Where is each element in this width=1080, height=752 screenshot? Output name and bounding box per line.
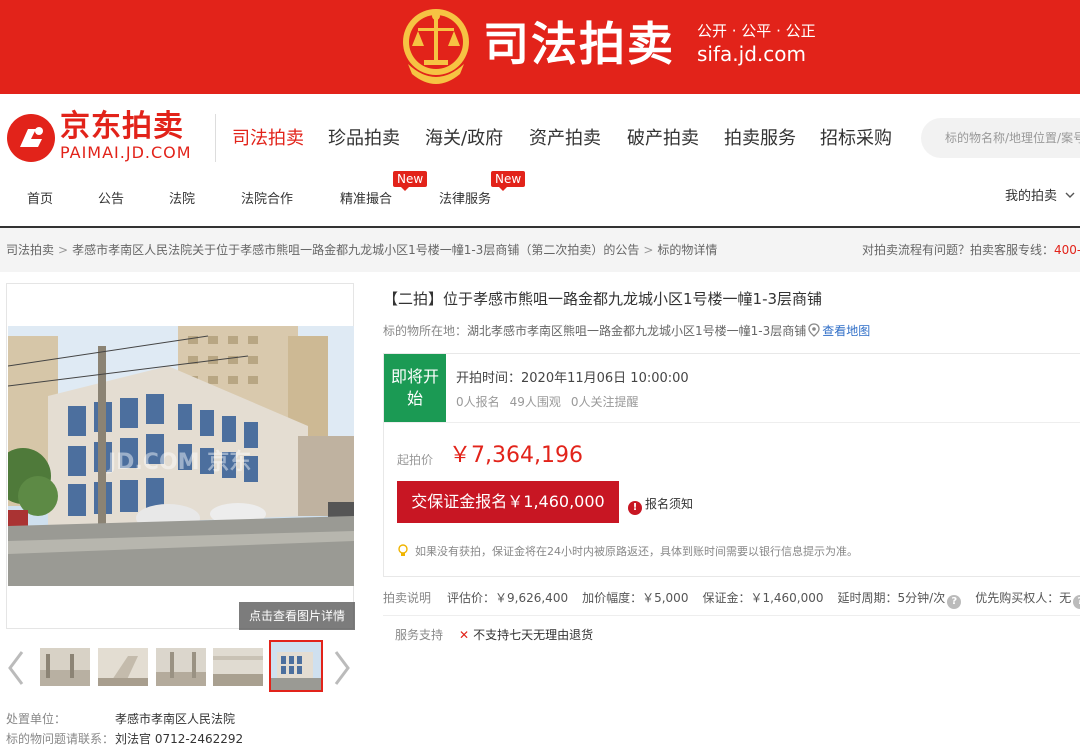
exclamation-icon: ! (628, 501, 642, 515)
jd-auction-logo-icon[interactable] (6, 113, 56, 163)
nav-treasure-auction[interactable]: 珍品拍卖 (328, 128, 400, 150)
delay-period-text: 延时周期：5分钟/次 (837, 591, 946, 605)
view-map-link[interactable]: 查看地图 (822, 324, 870, 338)
registration-notice-label: 报名须知 (645, 497, 694, 511)
disposer-value: 孝感市孝南区人民法院 (115, 712, 236, 726)
map-pin-icon (808, 323, 820, 337)
info-divider (383, 615, 1080, 616)
delay-period: 延时周期：5分钟/次? (837, 591, 962, 609)
start-price-label: 起拍价 (397, 453, 434, 467)
view-photo-detail-button[interactable]: 点击查看图片详情 (239, 602, 355, 630)
subnav-home[interactable]: 首页 (27, 191, 53, 209)
registration-notice-link[interactable]: ! 报名须知 (628, 496, 693, 515)
breadcrumb-item-announcement[interactable]: 孝感市孝南区人民法院关于位于孝感市熊咀一路金都九龙城小区1号楼一幢1-3层商铺（… (72, 243, 639, 257)
logo-text-cn[interactable]: 京东拍卖 (60, 110, 184, 144)
deposit-amount: 保证金：￥1,460,000 (702, 591, 824, 605)
image-watermark: JD.COM 京东 (108, 450, 252, 475)
follower-count: 0人关注提醒 (570, 395, 639, 409)
viewer-count: 49人围观 (509, 395, 561, 409)
thumbnail-5[interactable] (269, 640, 323, 692)
new-badge: New (393, 171, 428, 191)
subnav-legal-service[interactable]: 法律服务 (439, 191, 491, 209)
auction-counts: 0人报名 49人围观 0人关注提醒 (456, 394, 649, 410)
breadcrumb: 司法拍卖 > 孝感市孝南区人民法院关于位于孝感市熊咀一路金都九龙城小区1号楼一幢1-… (6, 242, 717, 258)
service-hotline: 对拍卖流程有问题？拍卖客服专线：400-6 (862, 242, 1080, 258)
banner-slogan: 公开 · 公平 · 公正 (697, 22, 816, 40)
tip-text: 如果没有获拍，保证金将在24小时内被原路返还，具体到账时间需要以银行信息提示为准… (415, 545, 858, 558)
bid-increment: 加价幅度：￥5,000 (582, 591, 689, 605)
deposit-refund-tip: 如果没有获拍，保证金将在24小时内被原路返还，具体到账时间需要以银行信息提示为准… (397, 544, 858, 560)
top-banner: 司法拍卖 公开 · 公平 · 公正 sifa.jd.com (0, 0, 1080, 94)
assessed-price: 评估价：￥9,626,400 (447, 591, 569, 605)
my-auction-menu[interactable]: 我的拍卖 (1005, 188, 1075, 206)
hotline-text: 对拍卖流程有问题？拍卖客服专线： (862, 243, 1055, 257)
priority-buyer: 优先购买权人：无? (975, 591, 1080, 609)
thumbnail-3[interactable] (156, 648, 206, 686)
start-price: ￥7,364,196 (449, 443, 583, 468)
logo-text-en[interactable]: PAIMAI.JD.COM (60, 144, 192, 162)
main-photo[interactable]: JD.COM 京东 (8, 326, 354, 586)
subnav-court[interactable]: 法院 (169, 191, 195, 209)
priority-buyer-text: 优先购买权人：无 (975, 591, 1072, 605)
item-location: 标的物所在地：湖北孝感市孝南区熊咀一路金都九龙城小区1号楼一幢1-3层商铺 查看地… (383, 323, 870, 339)
item-title: 【二拍】位于孝感市熊咀一路金都九龙城小区1号楼一幢1-3层商铺 (383, 290, 823, 308)
hotline-phone[interactable]: 400-6 (1054, 243, 1080, 257)
service-value: 不支持七天无理由退货 (473, 628, 594, 642)
contact-label: 标的物问题请联系： (6, 732, 115, 746)
thumbnail-4[interactable] (213, 648, 263, 686)
chevron-down-icon (1065, 192, 1075, 198)
service-label: 服务支持 (395, 628, 444, 642)
thumbnail-2[interactable] (98, 648, 148, 686)
info-label: 拍卖说明 (383, 591, 432, 605)
question-icon[interactable]: ? (947, 595, 962, 609)
chevron-left-icon[interactable] (6, 650, 26, 686)
subnav-notice[interactable]: 公告 (98, 191, 124, 209)
location-label: 标的物所在地： (383, 324, 468, 338)
search-input[interactable] (945, 118, 1080, 158)
nav-asset-auction[interactable]: 资产拍卖 (529, 128, 601, 150)
location-value: 湖北孝感市孝南区熊咀一路金都九龙城小区1号楼一幢1-3层商铺 (467, 324, 807, 338)
nav-auction-service[interactable]: 拍卖服务 (724, 128, 796, 150)
close-icon: ✕ (459, 628, 470, 642)
question-icon[interactable]: ? (1073, 595, 1080, 609)
nav-customs-government[interactable]: 海关/政府 (425, 128, 503, 150)
signup-count: 0人报名 (456, 395, 500, 409)
breadcrumb-item-judicial[interactable]: 司法拍卖 (6, 243, 54, 257)
service-support-row: 服务支持 ✕ 不支持七天无理由退货 (395, 627, 593, 643)
chevron-right-icon: > (58, 243, 69, 257)
nav-judicial-auction[interactable]: 司法拍卖 (232, 128, 304, 150)
subnav-court-cooperation[interactable]: 法院合作 (241, 191, 293, 209)
court-emblem-icon (403, 9, 469, 84)
subnav-precise-matching[interactable]: 精准撮合 (340, 191, 392, 209)
logo-divider (215, 114, 216, 162)
disposer-label: 处置单位： (6, 712, 67, 726)
chevron-right-icon: > (643, 243, 654, 257)
search-box (921, 118, 1080, 158)
panel-divider (384, 422, 1080, 423)
banner-title: 司法拍卖 (483, 17, 675, 71)
status-badge: 即将开始 (384, 354, 446, 422)
breadcrumb-bar: 司法拍卖 > 孝感市孝南区人民法院关于位于孝感市熊咀一路金都九龙城小区1号楼一幢1-… (0, 228, 1080, 272)
lightbulb-icon (398, 544, 408, 556)
contact-value: 刘法官 0712-2462292 (115, 732, 244, 746)
thumbnail-1[interactable] (40, 648, 90, 686)
nav-bankruptcy-auction[interactable]: 破产拍卖 (627, 128, 699, 150)
nav-bidding-procurement[interactable]: 招标采购 (820, 128, 892, 150)
image-gallery: JD.COM 京东 点击查看图片详情 (6, 283, 355, 630)
auction-info-row: 拍卖说明 评估价：￥9,626,400 加价幅度：￥5,000 保证金：￥1,460,… (383, 590, 1080, 609)
banner-domain: sifa.jd.com (697, 42, 806, 66)
new-badge: New (491, 171, 526, 191)
auction-panel: 即将开始 开拍时间：2020年11月06日 10:00:00 0人报名 49人围观… (383, 353, 1080, 577)
breadcrumb-item-detail: 标的物详情 (657, 243, 718, 257)
pay-deposit-register-button[interactable]: 交保证金报名￥1,460,000 (397, 481, 619, 523)
my-auction-label: 我的拍卖 (1005, 189, 1058, 204)
start-time: 开拍时间：2020年11月06日 10:00:00 (456, 371, 689, 386)
chevron-right-icon[interactable] (332, 650, 352, 686)
